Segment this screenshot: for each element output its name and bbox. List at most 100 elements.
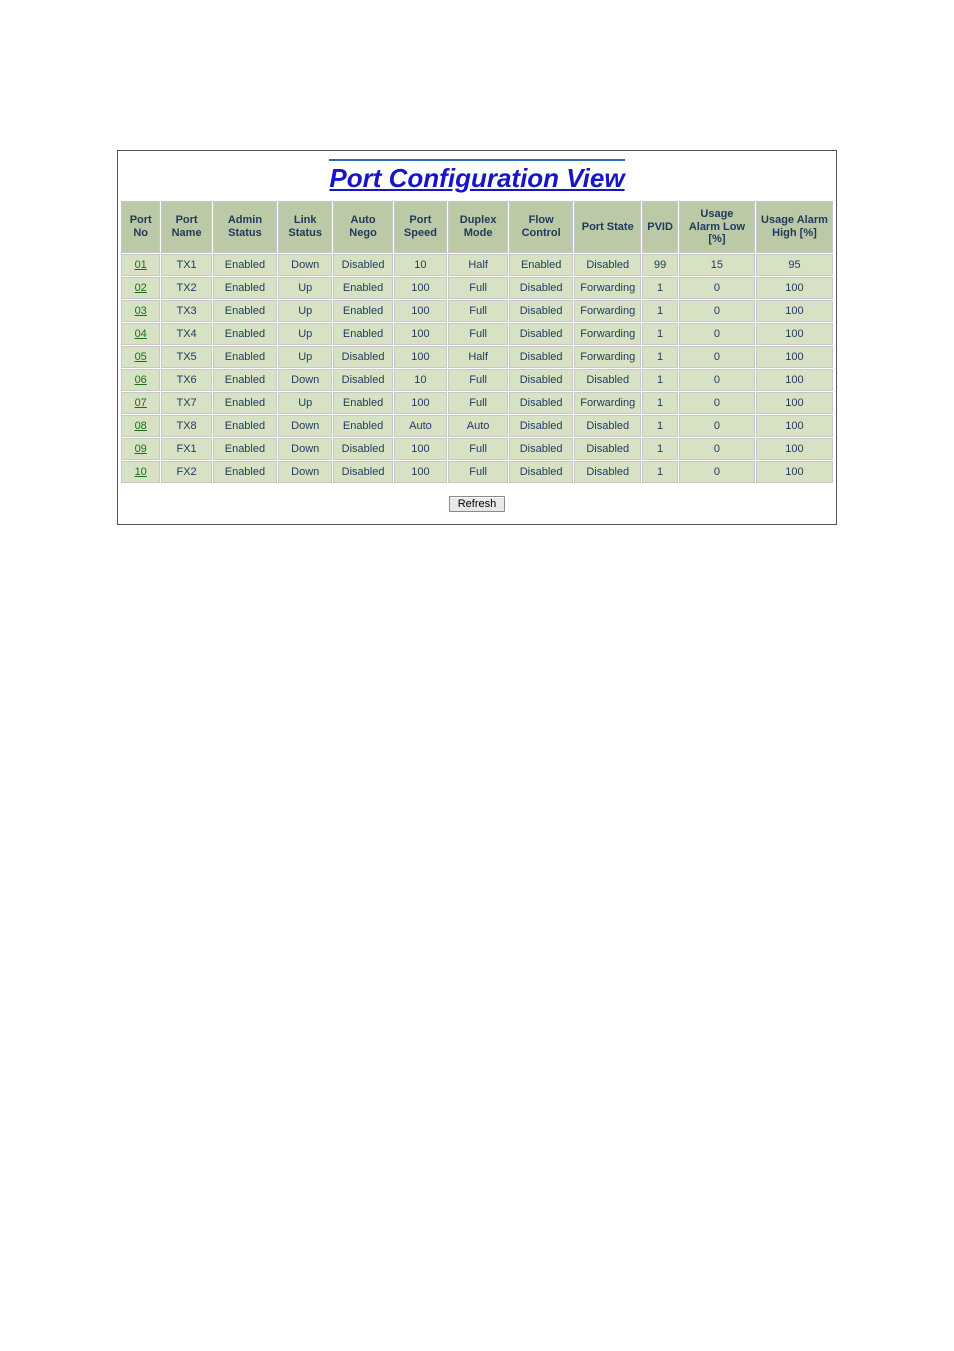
cell-state: Forwarding	[574, 392, 641, 414]
cell-pvid: 1	[642, 300, 678, 322]
cell-low: 0	[679, 392, 755, 414]
cell-no[interactable]: 09	[121, 438, 160, 460]
cell-link: Up	[278, 346, 332, 368]
cell-duplex: Half	[448, 346, 508, 368]
cell-pvid: 1	[642, 392, 678, 414]
page-title: Port Configuration View	[329, 159, 624, 194]
cell-link: Up	[278, 392, 332, 414]
table-row: 03TX3EnabledUpEnabled100FullDisabledForw…	[121, 300, 833, 322]
cell-duplex: Full	[448, 277, 508, 299]
cell-no[interactable]: 07	[121, 392, 160, 414]
port-link[interactable]: 09	[135, 443, 147, 455]
table-row: 06TX6EnabledDownDisabled10FullDisabledDi…	[121, 369, 833, 391]
cell-no[interactable]: 06	[121, 369, 160, 391]
cell-state: Disabled	[574, 369, 641, 391]
cell-link: Down	[278, 415, 332, 437]
cell-nego: Enabled	[333, 392, 392, 414]
cell-speed: 100	[394, 346, 447, 368]
cell-speed: 100	[394, 300, 447, 322]
cell-low: 0	[679, 369, 755, 391]
cell-high: 100	[756, 461, 833, 483]
cell-duplex: Auto	[448, 415, 508, 437]
cell-speed: 10	[394, 369, 447, 391]
cell-admin: Enabled	[213, 346, 277, 368]
cell-low: 0	[679, 277, 755, 299]
port-link[interactable]: 05	[135, 351, 147, 363]
cell-name: FX1	[161, 438, 211, 460]
cell-no[interactable]: 02	[121, 277, 160, 299]
col-link-status: Link Status	[278, 201, 332, 253]
cell-name: TX8	[161, 415, 211, 437]
port-link[interactable]: 02	[135, 282, 147, 294]
cell-duplex: Full	[448, 323, 508, 345]
cell-admin: Enabled	[213, 254, 277, 276]
cell-no[interactable]: 05	[121, 346, 160, 368]
cell-pvid: 1	[642, 277, 678, 299]
cell-low: 0	[679, 415, 755, 437]
col-port-state: Port State	[574, 201, 641, 253]
table-row: 05TX5EnabledUpDisabled100HalfDisabledFor…	[121, 346, 833, 368]
cell-name: TX5	[161, 346, 211, 368]
cell-pvid: 1	[642, 461, 678, 483]
port-link[interactable]: 03	[135, 305, 147, 317]
cell-no[interactable]: 10	[121, 461, 160, 483]
cell-duplex: Full	[448, 392, 508, 414]
col-usage-low: Usage Alarm Low [%]	[679, 201, 755, 253]
cell-nego: Disabled	[333, 369, 392, 391]
cell-admin: Enabled	[213, 415, 277, 437]
table-row: 08TX8EnabledDownEnabledAutoAutoDisabledD…	[121, 415, 833, 437]
cell-speed: 100	[394, 461, 447, 483]
cell-flow: Disabled	[509, 461, 573, 483]
port-link[interactable]: 07	[135, 397, 147, 409]
cell-nego: Enabled	[333, 277, 392, 299]
cell-pvid: 1	[642, 438, 678, 460]
cell-high: 100	[756, 346, 833, 368]
cell-low: 0	[679, 438, 755, 460]
cell-no[interactable]: 08	[121, 415, 160, 437]
refresh-button[interactable]: Refresh	[449, 496, 506, 512]
port-link[interactable]: 08	[135, 420, 147, 432]
port-config-table: Port No Port Name Admin Status Link Stat…	[120, 200, 834, 484]
cell-state: Forwarding	[574, 300, 641, 322]
cell-nego: Disabled	[333, 438, 392, 460]
cell-speed: 100	[394, 392, 447, 414]
cell-high: 100	[756, 438, 833, 460]
cell-nego: Enabled	[333, 300, 392, 322]
cell-no[interactable]: 03	[121, 300, 160, 322]
cell-speed: Auto	[394, 415, 447, 437]
cell-duplex: Full	[448, 300, 508, 322]
cell-pvid: 1	[642, 415, 678, 437]
port-link[interactable]: 04	[135, 328, 147, 340]
cell-name: TX2	[161, 277, 211, 299]
cell-flow: Disabled	[509, 277, 573, 299]
cell-admin: Enabled	[213, 277, 277, 299]
cell-speed: 100	[394, 323, 447, 345]
cell-flow: Disabled	[509, 415, 573, 437]
cell-admin: Enabled	[213, 300, 277, 322]
col-port-name: Port Name	[161, 201, 211, 253]
col-flow-control: Flow Control	[509, 201, 573, 253]
cell-pvid: 1	[642, 323, 678, 345]
cell-speed: 100	[394, 277, 447, 299]
cell-duplex: Full	[448, 438, 508, 460]
cell-high: 100	[756, 300, 833, 322]
port-link[interactable]: 10	[135, 466, 147, 478]
cell-state: Forwarding	[574, 323, 641, 345]
port-link[interactable]: 06	[135, 374, 147, 386]
cell-no[interactable]: 04	[121, 323, 160, 345]
cell-link: Down	[278, 438, 332, 460]
cell-nego: Enabled	[333, 415, 392, 437]
refresh-wrap: Refresh	[120, 494, 834, 512]
cell-no[interactable]: 01	[121, 254, 160, 276]
cell-name: TX1	[161, 254, 211, 276]
cell-speed: 10	[394, 254, 447, 276]
cell-flow: Disabled	[509, 300, 573, 322]
cell-link: Down	[278, 461, 332, 483]
port-link[interactable]: 01	[135, 259, 147, 271]
cell-duplex: Half	[448, 254, 508, 276]
cell-flow: Disabled	[509, 438, 573, 460]
cell-high: 100	[756, 415, 833, 437]
cell-admin: Enabled	[213, 438, 277, 460]
cell-name: TX6	[161, 369, 211, 391]
table-row: 09FX1EnabledDownDisabled100FullDisabledD…	[121, 438, 833, 460]
